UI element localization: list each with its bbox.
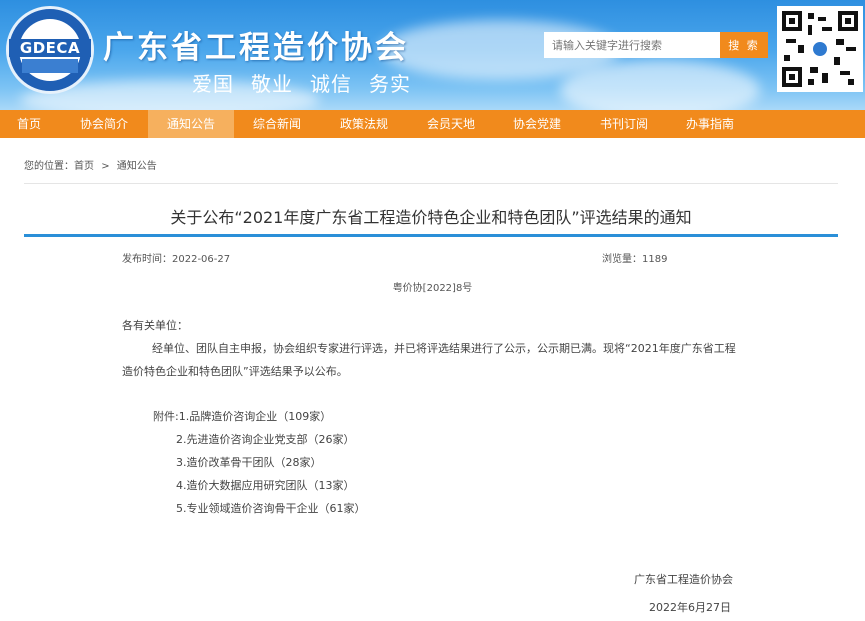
logo-text: GDECA: [9, 39, 91, 57]
nav-item-members[interactable]: 会员天地: [409, 110, 493, 138]
title-underline: [24, 234, 838, 237]
breadcrumb: 您的位置：首页 > 通知公告: [24, 157, 161, 172]
attachment-item[interactable]: 3.造价改革骨干团队（28家）: [176, 451, 322, 474]
nav-item-about[interactable]: 协会简介: [62, 110, 146, 138]
divider: [24, 183, 838, 184]
motto-word: 诚信: [310, 72, 352, 96]
article-paragraph: 经单位、团队自主申报，协会组织专家进行评选，并已将评选结果进行了公示，公示期已满…: [122, 342, 736, 378]
main-nav: 首页 协会简介 通知公告 综合新闻 政策法规 会员天地 协会党建 书刊订阅 办事…: [0, 110, 865, 138]
site-title: 广东省工程造价协会: [103, 30, 409, 66]
cloud-decoration: [560, 60, 760, 110]
motto-word: 敬业: [251, 72, 293, 96]
document-number: 粤价协[2022]8号: [392, 283, 473, 294]
nav-item-home[interactable]: 首页: [0, 110, 58, 138]
nav-item-party[interactable]: 协会党建: [495, 110, 579, 138]
nav-item-subscription[interactable]: 书刊订阅: [582, 110, 666, 138]
attachment-item[interactable]: 2.先进造价咨询企业党支部（26家）: [176, 428, 355, 451]
search-button[interactable]: 搜 索: [720, 32, 768, 58]
qr-code: [777, 6, 863, 92]
site-header: GDECA 广东省工程造价协会 爱国 敬业 诚信 务实 搜 索: [0, 0, 865, 110]
attachment-item[interactable]: 4.造价大数据应用研究团队（13家）: [176, 474, 355, 497]
article-title: 关于公布“2021年度广东省工程造价特色企业和特色团队”评选结果的通知: [170, 208, 692, 227]
signature: 广东省工程造价协会: [634, 573, 733, 586]
salutation: 各有关单位：: [122, 319, 188, 332]
attachment-item[interactable]: 附件:1.品牌造价咨询企业（109家）: [153, 405, 331, 428]
logo-band: [22, 59, 78, 73]
nav-item-news[interactable]: 综合新闻: [235, 110, 319, 138]
nav-item-notices[interactable]: 通知公告: [148, 110, 234, 138]
search-input[interactable]: [544, 32, 720, 58]
qr-logo-icon: [811, 40, 829, 58]
nav-item-policies[interactable]: 政策法规: [322, 110, 406, 138]
motto-word: 爱国: [192, 72, 234, 96]
nav-item-guide[interactable]: 办事指南: [668, 110, 752, 138]
qr-code-icon: [782, 11, 858, 87]
publish-time: 发布时间：2022-06-27: [122, 254, 231, 265]
view-count: 浏览量：1189: [602, 254, 668, 265]
breadcrumb-separator: >: [101, 161, 110, 172]
motto-word: 务实: [369, 72, 411, 96]
breadcrumb-prefix[interactable]: 您的位置：首页: [24, 161, 94, 172]
sign-date: 2022年6月27日: [649, 601, 731, 614]
attachment-item[interactable]: 5.专业领域造价咨询骨干企业（61家）: [176, 497, 366, 520]
site-logo[interactable]: GDECA: [6, 6, 94, 94]
breadcrumb-current[interactable]: 通知公告: [117, 161, 157, 172]
